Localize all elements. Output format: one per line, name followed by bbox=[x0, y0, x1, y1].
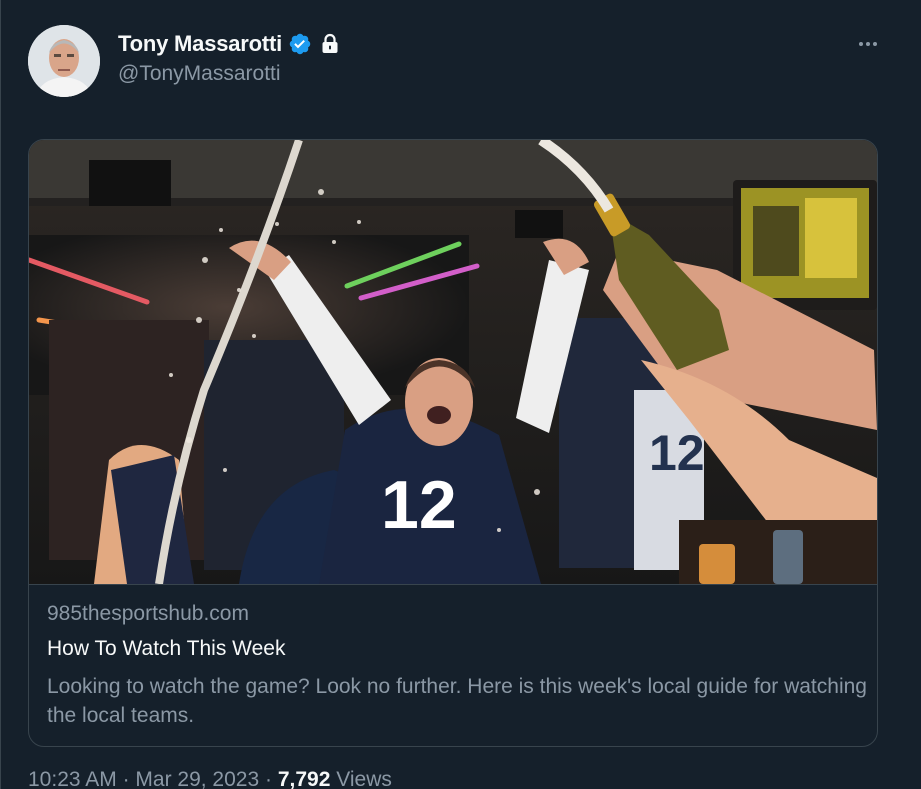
author-handle[interactable]: @TonyMassarotti bbox=[118, 62, 281, 86]
author-name-row: Tony Massarotti bbox=[118, 30, 342, 58]
author-display-name[interactable]: Tony Massarotti bbox=[118, 31, 282, 57]
avatar[interactable] bbox=[28, 25, 100, 97]
tweet-date[interactable]: Mar 29, 2023 bbox=[135, 768, 259, 789]
tweet-meta-row: 10:23 AM · Mar 29, 2023 · 7,792 Views bbox=[28, 768, 392, 789]
card-domain: 985thesportshub.com bbox=[47, 602, 249, 625]
tweet: Tony Massarotti @TonyMassarotti 12 12 98… bbox=[0, 0, 921, 789]
verified-badge-icon[interactable] bbox=[288, 32, 312, 56]
card-description: Looking to watch the game? Look no furth… bbox=[47, 675, 867, 727]
more-horizontal-icon bbox=[859, 42, 877, 46]
svg-text:12: 12 bbox=[381, 467, 457, 543]
meta-separator: · bbox=[259, 768, 278, 789]
meta-separator: · bbox=[116, 768, 136, 789]
more-options-button[interactable] bbox=[851, 30, 885, 58]
views-label: Views bbox=[330, 768, 392, 789]
tweet-time[interactable]: 10:23 AM bbox=[28, 768, 117, 789]
link-preview-card[interactable]: 12 12 985thesportshub.com How To Watch T… bbox=[28, 139, 878, 747]
card-text-section[interactable]: 985thesportshub.com How To Watch This We… bbox=[29, 584, 877, 746]
card-image-celebration-photo[interactable]: 12 12 bbox=[29, 140, 877, 584]
protected-lock-icon bbox=[318, 32, 342, 56]
views-count: 7,792 bbox=[277, 768, 331, 789]
svg-text:12: 12 bbox=[649, 425, 705, 481]
avatar-photo bbox=[28, 25, 100, 97]
card-title[interactable]: How To Watch This Week bbox=[47, 637, 285, 661]
